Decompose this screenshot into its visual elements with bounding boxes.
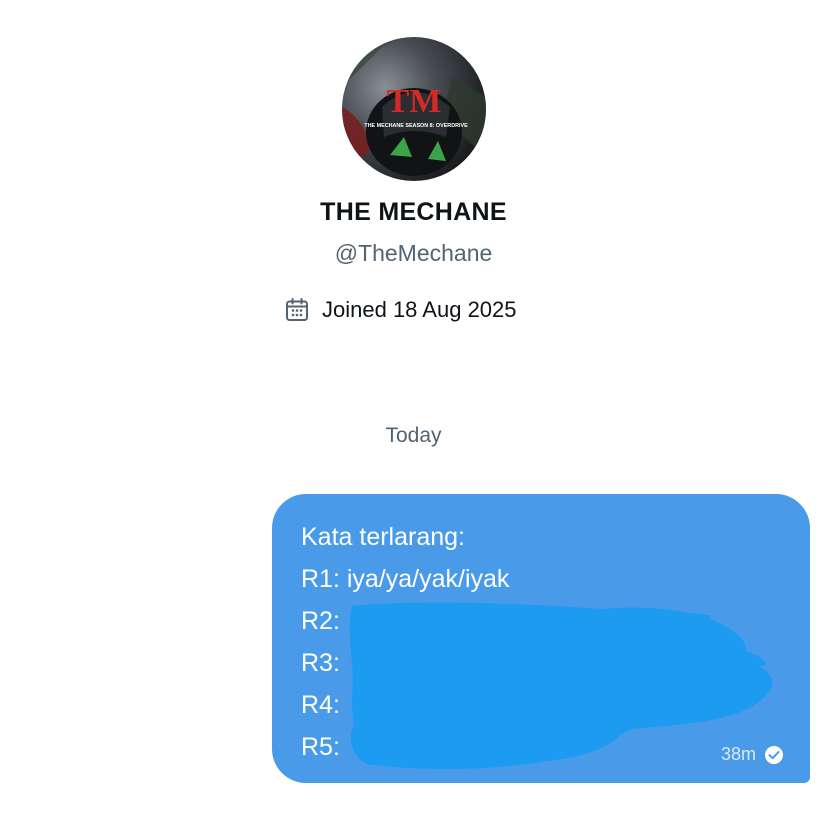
avatar-image: TM THE MECHANE SEASON 8: OVERDRIVE [342, 37, 486, 181]
profile-handle[interactable]: @TheMechane [0, 240, 827, 267]
read-check-icon [765, 745, 783, 764]
calendar-icon [286, 298, 308, 321]
message-meta: 38m [721, 744, 784, 765]
avatar-caption: THE MECHANE SEASON 8: OVERDRIVE [364, 123, 468, 129]
day-separator: Today [385, 424, 442, 447]
joined-date: Joined 18 Aug 2025 [284, 296, 517, 324]
profile-name: THE MECHANE [320, 198, 507, 226]
profile-avatar[interactable]: TM THE MECHANE SEASON 8: OVERDRIVE [342, 37, 486, 181]
redaction-scribble [349, 602, 773, 770]
avatar-logo-text: TM [387, 83, 442, 120]
message-bubble[interactable]: Kata terlarang: R1: iya/ya/yak/iyak R2: … [272, 494, 810, 783]
joined-label: Joined 18 Aug 2025 [322, 297, 517, 322]
message-time: 38m [720, 744, 756, 764]
